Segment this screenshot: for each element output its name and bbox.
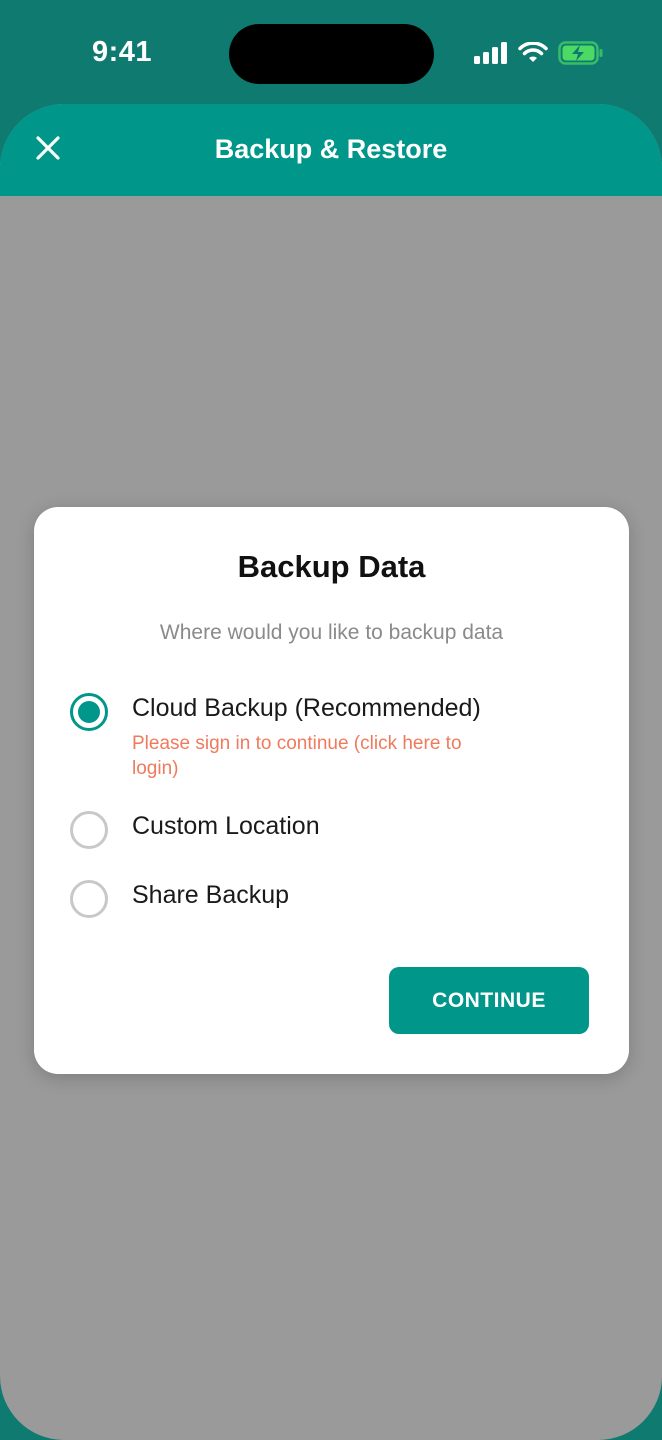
backup-dialog: Backup Data Where would you like to back… bbox=[34, 507, 629, 1074]
radio-custom-location[interactable] bbox=[70, 811, 108, 849]
sign-in-link[interactable]: Please sign in to continue (click here t… bbox=[132, 731, 512, 781]
option-custom-location[interactable]: Custom Location bbox=[70, 811, 320, 849]
status-time: 9:41 bbox=[92, 36, 153, 68]
option-share-backup[interactable]: Share Backup bbox=[70, 880, 289, 918]
cellular-signal-icon bbox=[474, 41, 508, 69]
option-label-custom-location: Custom Location bbox=[132, 812, 320, 840]
app-screen: 9:41 Backup & Restore Backup Data Where … bbox=[0, 0, 662, 1440]
option-text: Cloud Backup (Recommended) Please sign i… bbox=[132, 693, 512, 781]
nav-bar: Backup & Restore bbox=[0, 104, 662, 196]
status-bar: 9:41 bbox=[0, 0, 662, 104]
dynamic-island bbox=[229, 24, 434, 84]
option-label-cloud-backup: Cloud Backup (Recommended) bbox=[132, 694, 481, 722]
option-label-share-backup: Share Backup bbox=[132, 881, 290, 909]
page-title: Backup & Restore bbox=[214, 134, 448, 164]
dialog-title: Backup Data bbox=[237, 549, 426, 584]
radio-selected-dot bbox=[78, 701, 100, 723]
option-text: Custom Location bbox=[132, 811, 320, 841]
option-text: Share Backup bbox=[132, 880, 289, 910]
status-icons bbox=[474, 40, 604, 70]
radio-share-backup[interactable] bbox=[70, 880, 108, 918]
dialog-subtitle: Where would you like to backup data bbox=[159, 621, 504, 644]
wifi-icon bbox=[518, 40, 548, 69]
continue-button[interactable]: CONTINUE bbox=[389, 967, 589, 1034]
option-cloud-backup[interactable]: Cloud Backup (Recommended) Please sign i… bbox=[70, 693, 512, 781]
battery-charging-icon bbox=[558, 40, 604, 70]
radio-cloud-backup[interactable] bbox=[70, 693, 108, 731]
